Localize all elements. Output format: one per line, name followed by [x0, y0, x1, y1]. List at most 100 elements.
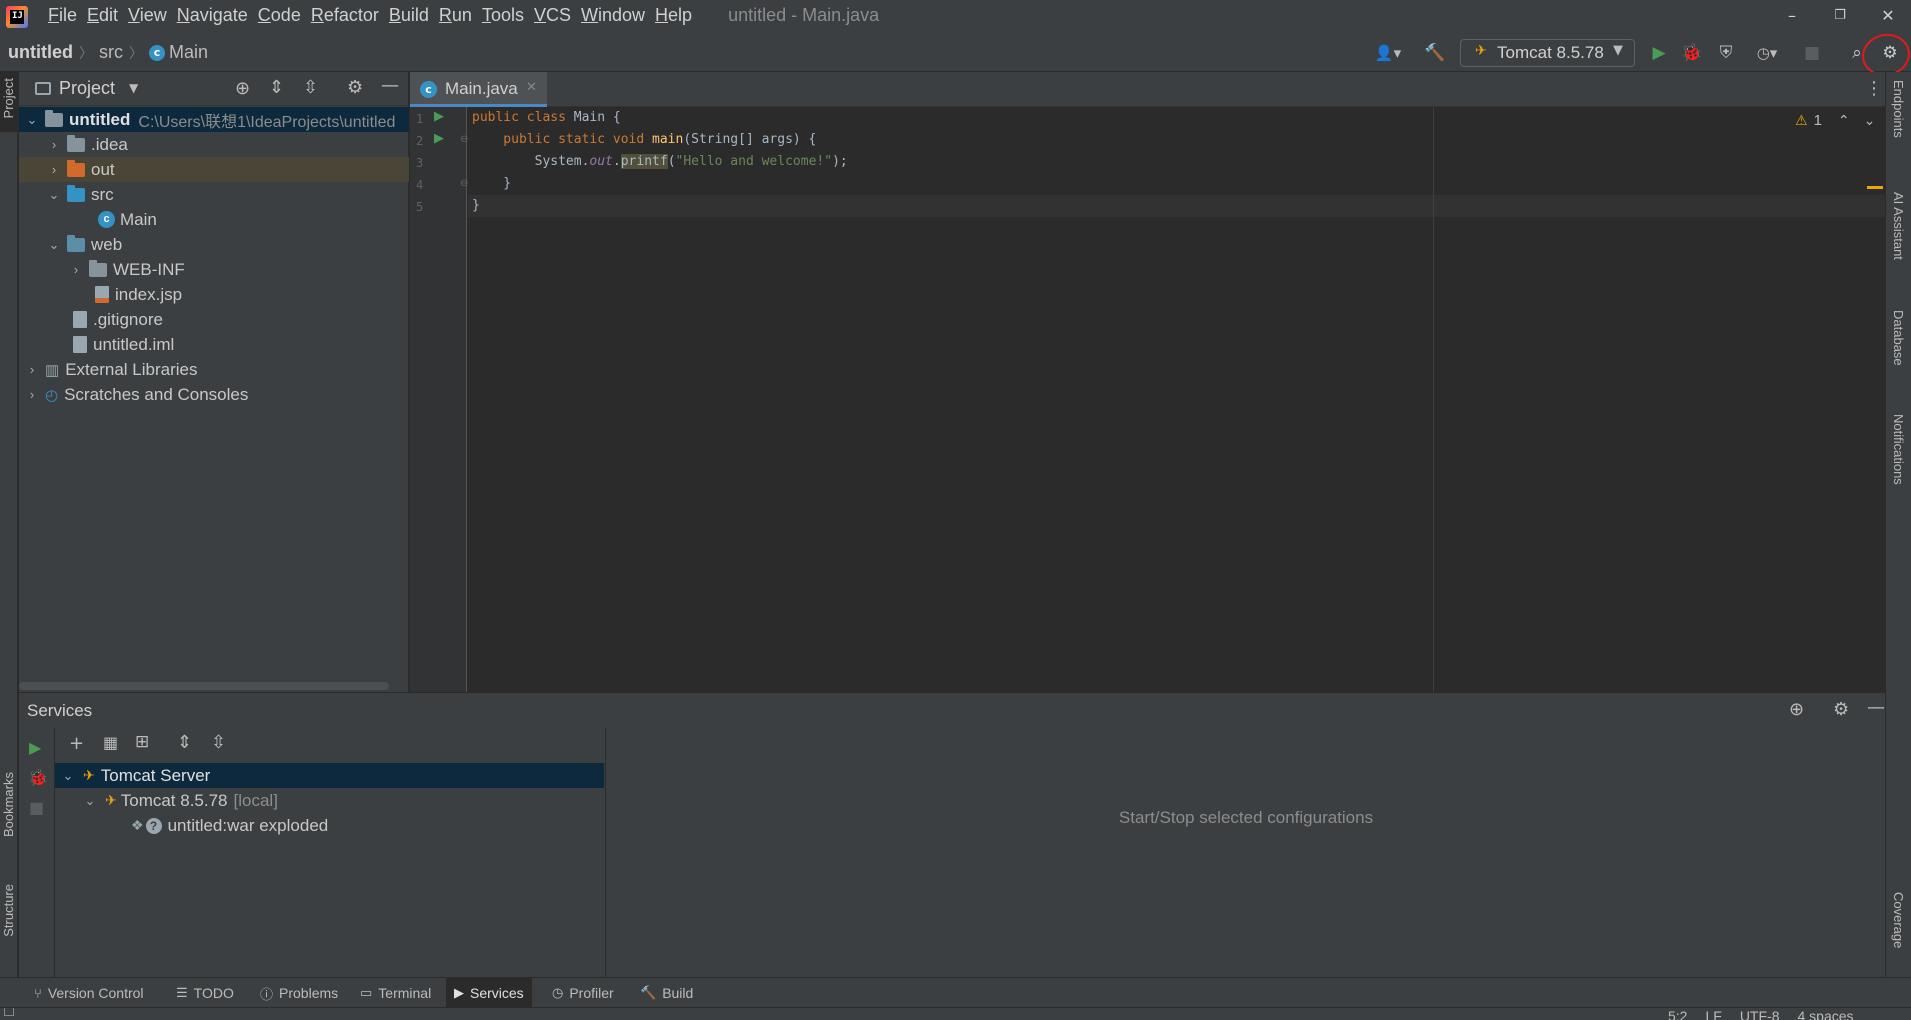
menu-edit[interactable]: Edit [87, 5, 118, 26]
close-tab-icon[interactable]: ✕ [526, 80, 537, 95]
intellij-logo-icon[interactable]: IJ [6, 6, 28, 28]
line-separator[interactable]: LF [1705, 1008, 1721, 1020]
debug-icon[interactable]: 🐞 [1681, 42, 1703, 64]
menu-refactor[interactable]: Refactor [311, 5, 379, 26]
account-icon[interactable]: 👤▾ [1370, 42, 1406, 64]
tree-item-main[interactable]: c Main [19, 207, 409, 232]
menu-help[interactable]: Help [655, 5, 692, 26]
tree-item-src[interactable]: ⌄ src [19, 182, 409, 207]
fold-icon[interactable]: ⊖ [460, 134, 468, 145]
bookmarks-tool-button[interactable]: Bookmarks [1, 772, 16, 837]
class-icon: c [98, 211, 115, 228]
debug-icon[interactable]: 🐞 [28, 768, 48, 787]
stop-icon[interactable]: ■ [29, 798, 44, 817]
database-tool-button[interactable]: Database [1891, 310, 1906, 366]
breadcrumb-project[interactable]: untitled [8, 42, 73, 63]
class-icon: c [420, 81, 437, 98]
expand-all-icon[interactable]: ⇕ [269, 77, 284, 98]
fold-icon[interactable]: ⊖ [460, 178, 468, 189]
gear-icon[interactable]: ⚙ [347, 77, 363, 98]
menu-navigate[interactable]: Navigate [177, 5, 248, 26]
structure-tool-button[interactable]: Structure [1, 884, 16, 937]
project-panel-title[interactable]: Project [59, 78, 115, 99]
previous-highlight-icon[interactable]: ⌃ [1838, 113, 1850, 129]
tree-item-web[interactable]: ⌄ web [19, 232, 409, 257]
collapse-all-icon[interactable]: ⇳ [303, 77, 318, 98]
tree-item-out[interactable]: › out [19, 157, 409, 182]
indent-setting[interactable]: 4 spaces [1797, 1008, 1853, 1020]
tree-item-label: .gitignore [93, 309, 163, 329]
expand-all-icon[interactable]: ⇕ [177, 732, 192, 753]
coverage-icon[interactable]: ⛨ [1715, 42, 1737, 64]
chevron-down-icon[interactable]: ▼ [129, 81, 138, 95]
minimize-button[interactable]: – [1782, 6, 1802, 26]
more-options-icon[interactable]: ⋮ [1865, 78, 1883, 99]
group-services-icon[interactable]: ▦ [103, 733, 118, 752]
tab-terminal[interactable]: ▭ Terminal [352, 978, 439, 1008]
list-icon: ☰ [176, 985, 188, 1000]
tree-item-idea[interactable]: › .idea [19, 132, 409, 157]
menu-build[interactable]: Build [389, 5, 429, 26]
run-icon[interactable]: ▶ [29, 738, 41, 757]
hide-panel-icon[interactable]: — [1867, 697, 1885, 718]
toggle-tool-windows-icon[interactable] [4, 1008, 14, 1016]
profiler-icon[interactable]: ◷▾ [1749, 42, 1785, 64]
add-service-icon[interactable]: + [69, 733, 84, 754]
tree-item-tomcat-instance[interactable]: ⌄ ✈ Tomcat 8.5.78 [local] [55, 788, 604, 813]
tree-item-web-inf[interactable]: › WEB-INF [19, 257, 409, 282]
caret-position[interactable]: 5:2 [1668, 1008, 1687, 1020]
stop-icon[interactable]: ■ [1801, 42, 1823, 64]
tab-services[interactable]: ▶ Services [446, 978, 532, 1008]
tree-item-index-jsp[interactable]: index.jsp [19, 282, 409, 307]
tab-main-java[interactable]: c Main.java ✕ [410, 72, 547, 107]
endpoints-tool-button[interactable]: Endpoints [1891, 80, 1906, 138]
hide-panel-icon[interactable]: — [381, 75, 399, 96]
tab-build[interactable]: 🔨 Build [632, 978, 701, 1008]
project-tool-button[interactable]: Project [0, 72, 18, 132]
warning-stripe-marker[interactable] [1867, 186, 1883, 189]
tree-item-untitled-iml[interactable]: untitled.iml [19, 332, 409, 357]
tab-todo[interactable]: ☰ TODO [168, 978, 242, 1008]
run-gutter-icon[interactable]: ▶ [434, 131, 444, 146]
tree-item-untitled[interactable]: ⌄ untitled C:\Users\联想1\IdeaProjects\unt… [19, 107, 409, 132]
coverage-tool-button[interactable]: Coverage [1891, 892, 1906, 948]
next-highlight-icon[interactable]: ⌄ [1864, 113, 1876, 129]
menu-run[interactable]: Run [439, 5, 472, 26]
locate-target-icon[interactable]: ⊕ [1789, 699, 1804, 720]
inspection-widget[interactable]: ⚠ 1 ⌃ ⌄ [1795, 112, 1875, 129]
breadcrumb-src[interactable]: src [99, 42, 123, 63]
ai-assistant-tool-button[interactable]: AI Assistant [1891, 192, 1906, 260]
locate-target-icon[interactable]: ⊕ [235, 78, 250, 99]
tree-item-artifact[interactable]: ❖ ? untitled:war exploded [55, 813, 604, 838]
line-number: 3 [416, 156, 424, 170]
menu-view[interactable]: View [128, 5, 167, 26]
run-icon[interactable]: ▶ [1648, 42, 1670, 64]
breadcrumb-main[interactable]: Main [169, 42, 208, 63]
tree-item-scratches[interactable]: › ◴ Scratches and Consoles [19, 382, 409, 407]
file-encoding[interactable]: UTF-8 [1740, 1008, 1780, 1020]
notifications-tool-button[interactable]: Notifications [1891, 414, 1906, 485]
menu-code[interactable]: Code [258, 5, 301, 26]
run-config-selector[interactable]: ✈ Tomcat 8.5.78 ▼ [1460, 39, 1635, 67]
tree-item-gitignore[interactable]: .gitignore [19, 307, 409, 332]
chevron-right-icon: › [29, 362, 35, 377]
menu-window[interactable]: Window [581, 5, 645, 26]
code-editor[interactable]: 1 2 3 4 5 ▶ ▶ ⊖ ⊖ public class Main { pu… [410, 107, 1885, 692]
horizontal-scrollbar[interactable] [19, 682, 389, 690]
close-window-button[interactable]: ✕ [1878, 6, 1898, 26]
run-gutter-icon[interactable]: ▶ [434, 109, 444, 124]
restore-button[interactable]: ❐ [1830, 6, 1850, 26]
build-hammer-icon[interactable]: 🔨 [1424, 42, 1446, 64]
tab-problems[interactable]: ⓘ Problems [252, 978, 346, 1008]
tree-item-tomcat-server[interactable]: ⌄ ✈ Tomcat Server [55, 763, 604, 788]
new-tab-icon[interactable]: ⊞ [135, 732, 149, 752]
gear-icon[interactable]: ⚙ [1833, 699, 1849, 720]
menu-vcs[interactable]: VCS [534, 5, 571, 26]
tree-item-label: WEB-INF [113, 259, 185, 279]
menu-file[interactable]: File [48, 5, 77, 26]
tab-version-control[interactable]: ⑂ Version Control [26, 978, 152, 1008]
menu-tools[interactable]: Tools [482, 5, 524, 26]
tree-item-external-libraries[interactable]: › ▥ External Libraries [19, 357, 409, 382]
collapse-all-icon[interactable]: ⇳ [211, 732, 226, 753]
tab-profiler[interactable]: ◷ Profiler [544, 978, 622, 1008]
